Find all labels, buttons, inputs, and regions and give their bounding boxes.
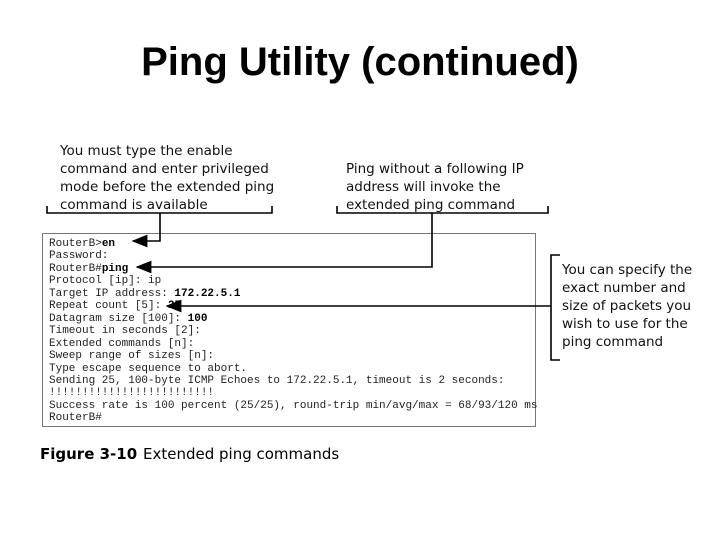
bracket-middle [336,206,549,214]
bracket-right [550,254,560,361]
arrow-enable [131,213,161,248]
figure-label: Figure 3-10 [40,445,138,463]
arrow-ping [135,213,433,274]
figure-caption: Extended ping commands [143,445,340,463]
bracket-left [46,206,273,214]
